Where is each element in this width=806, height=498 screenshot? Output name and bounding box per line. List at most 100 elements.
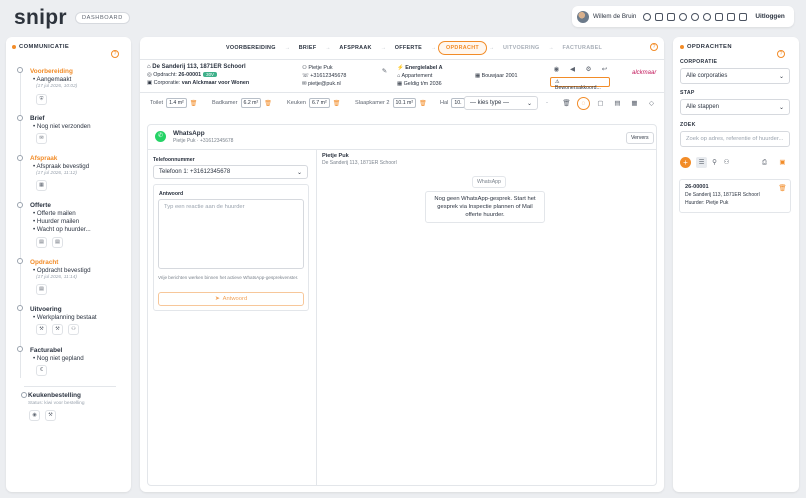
settings-icon[interactable]: ⚙ [583, 64, 594, 75]
trash-icon[interactable]: 🗑 [561, 98, 572, 109]
trash-icon[interactable]: 🗑 [190, 100, 198, 107]
clock-icon[interactable] [643, 12, 652, 21]
whatsapp-icon[interactable] [691, 12, 700, 21]
panel-title: COMMUNICATIE [12, 44, 69, 50]
step-opdracht[interactable]: OPDRACHT [438, 41, 487, 55]
refresh-button[interactable]: Ververs [626, 132, 654, 144]
step-item: • Afspraak bevestigd [33, 163, 90, 170]
user-filter-icon[interactable]: ⚲ [709, 157, 720, 168]
trash-icon[interactable]: 🗑 [419, 100, 427, 107]
divider [140, 92, 664, 93]
step-title-opdracht[interactable]: Opdracht [30, 259, 58, 266]
euro-icon[interactable]: € [36, 365, 47, 376]
step-facturabel[interactable]: FACTURABEL [556, 42, 610, 54]
tenant-phone[interactable]: ☏ +31612345678 [302, 73, 346, 79]
step-voorbereiding[interactable]: VOORBEREIDING [219, 42, 283, 54]
approval-warning[interactable]: ⚠ Bewonersakkoord... [550, 77, 610, 91]
help-icon[interactable]: ? [777, 50, 785, 58]
order-tenant: Huurder: Pietje Puk [685, 200, 729, 206]
trash-icon[interactable]: 🗑 [777, 183, 788, 194]
step-marker-icon [17, 67, 23, 73]
list-icon[interactable]: ☰ [696, 157, 707, 168]
mail-icon[interactable]: ✉ [36, 133, 47, 144]
step-offerte[interactable]: OFFERTE [388, 42, 429, 54]
step-brief[interactable]: BRIEF [292, 42, 324, 54]
step-title-brief[interactable]: Brief [30, 115, 45, 122]
map-icon[interactable] [715, 12, 724, 21]
eye-icon[interactable]: ◉ [29, 410, 40, 421]
user-name[interactable]: Willem de Bruin [593, 13, 636, 20]
layers-icon[interactable] [739, 12, 748, 21]
whatsapp-icon[interactable]: ◌ [577, 97, 590, 110]
step-marker-icon [17, 258, 23, 264]
wrench-icon[interactable]: ⚒ [36, 324, 47, 335]
tenant-email[interactable]: ✉ pietje@puk.nl [302, 81, 341, 87]
calendar-icon[interactable]: ▦ [629, 98, 640, 109]
phone-select[interactable]: Telefoon 1: +31612345678 ⌄ [153, 165, 308, 179]
user-toolbar: Willem de Bruin Uitloggen [572, 6, 794, 27]
corporation-select[interactable]: Alle corporaties ⌄ [680, 68, 790, 84]
step-marker-icon [17, 305, 23, 311]
help-icon[interactable]: ? [111, 50, 119, 58]
users-icon[interactable]: ⚇ [68, 324, 79, 335]
logout-button[interactable]: Uitloggen [755, 13, 784, 20]
step-title-keukenbestelling[interactable]: Keukenbestelling [28, 392, 81, 399]
wrench-icon[interactable]: ⚒ [52, 324, 63, 335]
edit-icon[interactable]: ✎ [379, 66, 390, 77]
puzzle-icon[interactable] [679, 12, 688, 21]
chart-icon[interactable] [655, 12, 664, 21]
step-title-uitvoering[interactable]: Uitvoering [30, 306, 62, 313]
step-select[interactable]: Alle stappen ⌄ [680, 99, 790, 115]
print-icon[interactable]: ⎙ [759, 157, 770, 168]
answer-textarea[interactable]: Typ een reactie aan de huurder [158, 199, 304, 269]
megaphone-icon[interactable]: ◀ [567, 64, 578, 75]
measure-input[interactable]: 10. [451, 98, 465, 108]
answer-label: Antwoord [159, 191, 184, 197]
send-answer-button[interactable]: ➤ Antwoord [158, 292, 304, 306]
user-add-icon[interactable]: ⚇ [721, 157, 732, 168]
step-title-afspraak[interactable]: Afspraak [30, 155, 57, 162]
trash-icon[interactable]: 🗑 [264, 100, 272, 107]
avatar[interactable] [577, 10, 589, 23]
eye-icon[interactable]: ◉ [551, 64, 562, 75]
tag-icon[interactable]: ◇ [646, 98, 657, 109]
trash-icon[interactable]: 🗑 [333, 100, 341, 107]
step-date: (17 jul 2026, 11:14) [36, 275, 77, 280]
document-icon[interactable]: ▤ [36, 284, 47, 295]
measure-input[interactable]: 1.4 m² [166, 98, 187, 108]
measure-input[interactable]: 6.7 m² [308, 98, 330, 108]
calendar-icon[interactable] [727, 12, 736, 21]
step-title-offerte[interactable]: Offerte [30, 202, 51, 209]
chat-icon[interactable]: ▢ [595, 98, 606, 109]
app-logo[interactable]: snipr [14, 6, 67, 30]
step-title-voorbereiding[interactable]: Voorbereiding [30, 68, 73, 75]
measure-slaapkamer: Slaapkamer 2 10.1 m² 🗑 [355, 98, 427, 108]
help-icon[interactable]: ? [650, 43, 658, 51]
type-select[interactable]: — kies type — ⌄ [464, 96, 538, 110]
chat-name: Pietje Puk [322, 153, 349, 159]
measure-input[interactable]: 10.1 m² [392, 98, 417, 108]
measure-input[interactable]: 6.2 m² [240, 98, 262, 108]
archive-icon[interactable]: ▣ [777, 157, 788, 168]
step-date: (17 jul 2026, 11:12) [36, 171, 77, 176]
document-send-icon[interactable]: ▤ [52, 237, 63, 248]
step-marker-icon [17, 155, 23, 161]
document-icon[interactable]: ▤ [612, 98, 623, 109]
shield-icon[interactable]: ⛨ [36, 94, 47, 105]
dashboard-badge[interactable]: DASHBOARD [75, 12, 130, 24]
document-icon[interactable]: ▤ [36, 237, 47, 248]
calendar-icon[interactable]: ▦ [36, 180, 47, 191]
whatsapp-icon: ✆ [155, 131, 166, 142]
megaphone-icon[interactable] [667, 12, 676, 21]
step-title-facturabel[interactable]: Facturabel [30, 347, 62, 354]
send-icon: ➤ [214, 296, 220, 302]
wrench-icon[interactable]: ⚒ [45, 410, 56, 421]
chat-icon[interactable] [703, 12, 712, 21]
add-button[interactable]: + [680, 157, 691, 168]
status-stepper: VOORBEREIDING → BRIEF → AFSPRAAK → OFFERTE →… [219, 41, 609, 55]
search-input[interactable]: Zoek op adres, referentie of huurder... [680, 131, 790, 147]
communication-panel: COMMUNICATIE ? [6, 37, 131, 492]
reply-icon[interactable]: ↩ [599, 64, 610, 75]
step-afspraak[interactable]: AFSPRAAK [332, 42, 378, 54]
step-uitvoering[interactable]: UITVOERING [496, 42, 547, 54]
